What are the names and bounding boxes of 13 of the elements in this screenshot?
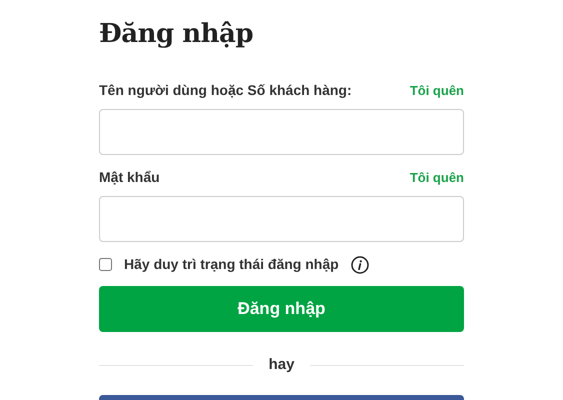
- remember-label: Hãy duy trì trạng thái đăng nhập: [124, 255, 339, 274]
- social-login-button[interactable]: [99, 394, 464, 400]
- password-field[interactable]: [99, 196, 464, 242]
- info-icon[interactable]: [350, 256, 369, 274]
- field-label: Mật khẩu: [99, 168, 160, 187]
- page-title: Đăng nhập: [99, 18, 254, 51]
- username-field[interactable]: [99, 109, 464, 155]
- login-button[interactable]: Đăng nhập: [99, 286, 464, 332]
- remember-checkbox[interactable]: [99, 258, 112, 271]
- divider-text: hay: [268, 355, 294, 375]
- forgot-link[interactable]: Tôi quên: [410, 168, 464, 188]
- field-label: Tên người dùng hoặc Số khách hàng:: [99, 81, 352, 100]
- forgot-link[interactable]: Tôi quên: [410, 80, 464, 100]
